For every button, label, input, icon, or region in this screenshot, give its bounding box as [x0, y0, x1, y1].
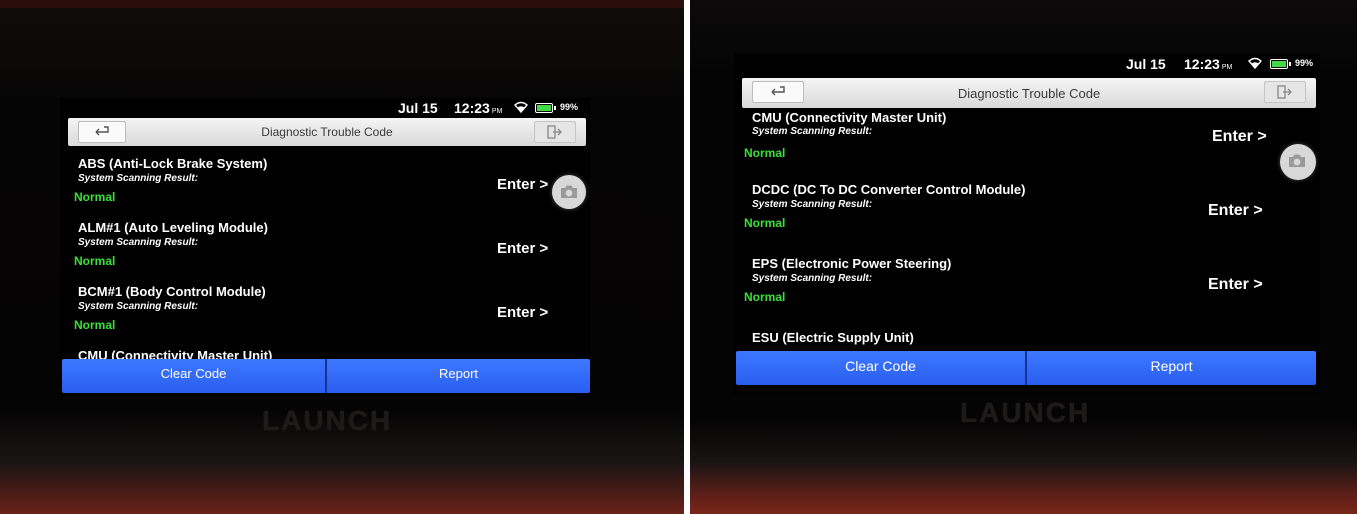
status-time: 12:23 PM	[454, 100, 502, 116]
battery-icon	[535, 103, 556, 113]
exit-icon	[547, 125, 562, 139]
scan-result-label: System Scanning Result:	[752, 199, 873, 210]
status-date: Jul 15	[1126, 56, 1166, 72]
module-item-eps: EPS (Electronic Power Steering) System S…	[734, 256, 1320, 322]
status-time: 12:23 PM	[1184, 56, 1232, 72]
enter-button[interactable]: Enter >	[1212, 128, 1267, 146]
enter-button[interactable]: Enter >	[497, 176, 548, 193]
module-item-dcdc: DCDC (DC To DC Converter Control Module)…	[734, 182, 1320, 248]
clear-code-button[interactable]: Clear Code	[62, 359, 327, 393]
status-bar: Jul 15 12:23 PM 99%	[734, 54, 1320, 74]
bezel-top	[0, 0, 684, 8]
clear-code-button[interactable]: Clear Code	[736, 351, 1027, 385]
exit-button[interactable]	[1264, 81, 1306, 103]
enter-button[interactable]: Enter >	[497, 240, 548, 257]
screenshot-button[interactable]	[552, 175, 586, 209]
battery-percent: 99%	[560, 102, 579, 112]
wifi-icon	[1248, 57, 1262, 69]
title-bar: Diagnostic Trouble Code	[68, 118, 586, 146]
screenshot-button[interactable]	[1280, 144, 1316, 180]
battery-percent: 99%	[1295, 58, 1314, 68]
module-name: BCM#1 (Body Control Module)	[78, 284, 266, 299]
scan-status: Normal	[744, 290, 786, 304]
page-title: Diagnostic Trouble Code	[957, 86, 1101, 101]
scan-status: Normal	[74, 254, 116, 268]
scan-status: Normal	[74, 190, 116, 204]
report-button[interactable]: Report	[1027, 351, 1316, 385]
status-ampm: PM	[491, 108, 503, 115]
scan-status: Normal	[74, 318, 116, 332]
camera-icon	[561, 185, 577, 198]
module-item-abs: ABS (Anti-Lock Brake System) System Scan…	[60, 156, 590, 222]
status-time-value: 12:23	[1184, 56, 1220, 72]
module-name: ALM#1 (Auto Leveling Module)	[78, 220, 268, 235]
scan-status: Normal	[744, 216, 786, 230]
battery-fill	[1272, 61, 1286, 67]
scan-result-label: System Scanning Result:	[752, 126, 873, 137]
right-screen: Jul 15 12:23 PM 99% Diagnostic Trouble Co…	[734, 54, 1320, 394]
exit-icon	[1277, 85, 1292, 99]
scan-status: Normal	[744, 146, 786, 160]
wifi-icon	[514, 101, 528, 113]
page-title: Diagnostic Trouble Code	[261, 125, 393, 139]
module-name: DCDC (DC To DC Converter Control Module)	[752, 182, 1026, 197]
device-logo: LAUNCH	[960, 397, 1091, 428]
title-bar: Diagnostic Trouble Code	[742, 78, 1316, 108]
status-time-value: 12:23	[454, 100, 490, 116]
scan-result-label: System Scanning Result:	[78, 173, 199, 184]
device-logo: LAUNCH	[262, 405, 393, 436]
battery-fill	[537, 105, 551, 111]
status-ampm: PM	[1221, 64, 1233, 71]
status-date: Jul 15	[398, 100, 438, 116]
report-button[interactable]: Report	[327, 359, 590, 393]
module-item-cmu: CMU (Connectivity Master Unit) System Sc…	[734, 110, 1320, 178]
left-photo: Jul 15 12:23 PM 99% Diagnostic Trouble Co…	[0, 0, 684, 514]
camera-icon	[1289, 154, 1305, 167]
scan-result-label: System Scanning Result:	[78, 301, 199, 312]
module-name: ABS (Anti-Lock Brake System)	[78, 156, 268, 171]
battery-icon	[1270, 59, 1291, 69]
exit-button[interactable]	[534, 121, 576, 143]
module-name: CMU (Connectivity Master Unit)	[752, 110, 947, 125]
module-item-bcm1: BCM#1 (Body Control Module) System Scann…	[60, 284, 590, 350]
scan-result-label: System Scanning Result:	[78, 237, 199, 248]
scan-result-label: System Scanning Result:	[752, 273, 873, 284]
status-bar: Jul 15 12:23 PM 99%	[60, 98, 590, 118]
action-bar: Clear Code Report	[62, 359, 590, 393]
enter-button[interactable]: Enter >	[1208, 202, 1263, 220]
right-photo: Jul 15 12:23 PM 99% Diagnostic Trouble Co…	[690, 0, 1357, 514]
module-name: EPS (Electronic Power Steering)	[752, 256, 952, 271]
action-bar: Clear Code Report	[736, 351, 1316, 385]
left-screen: Jul 15 12:23 PM 99% Diagnostic Trouble Co…	[60, 98, 590, 398]
enter-button[interactable]: Enter >	[497, 304, 548, 321]
module-name: ESU (Electric Supply Unit)	[752, 330, 914, 345]
enter-button[interactable]: Enter >	[1208, 276, 1263, 294]
module-item-alm1: ALM#1 (Auto Leveling Module) System Scan…	[60, 220, 590, 286]
